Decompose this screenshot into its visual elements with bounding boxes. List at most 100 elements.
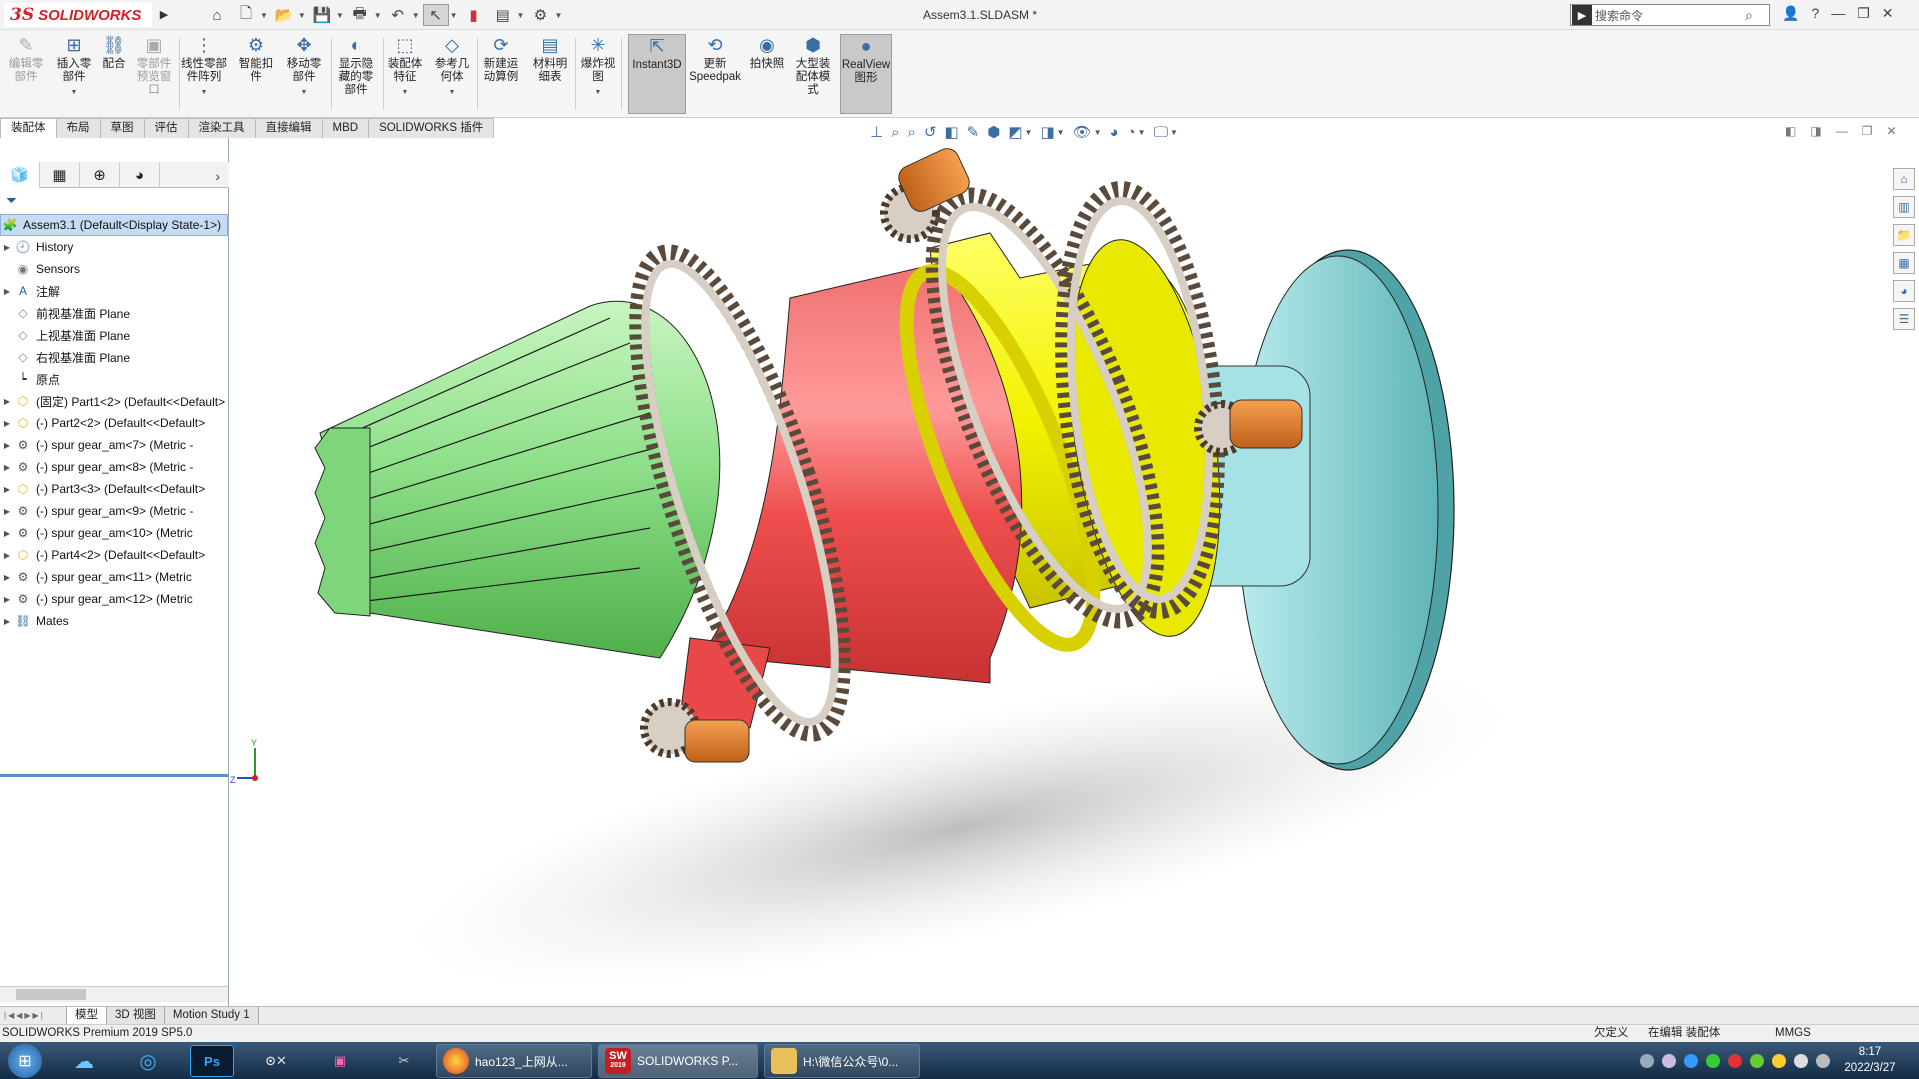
tray-k-icon[interactable] [1684,1053,1698,1068]
tab-navigation-icons[interactable]: |◀◀▶▶| [0,1011,66,1020]
tree-root[interactable]: 🧩 Assem3.1 (Default<Display State-1>) [0,214,228,236]
tree-item[interactable]: ▶ ⚙ (-) spur gear_am<8> (Metric - [0,456,228,478]
tree-expand-icon[interactable]: ▶ [0,551,14,560]
display-style-icon[interactable]: ◩ [1008,123,1022,141]
clock[interactable]: 8:17 2022/3/27 [1840,1044,1900,1076]
ribbon-button[interactable]: ⟳ 新建运 动算例 [478,34,524,114]
ribbon-button[interactable]: ⛓ 配合 [98,34,130,114]
file-explorer-icon[interactable]: 📁 [1893,224,1915,246]
tree-item[interactable]: ▶ A 注解 [0,280,228,302]
red-drum[interactable] [699,262,1023,684]
search-mode-icon[interactable]: ▶ [1572,5,1592,25]
tree-item[interactable]: ▶ ⚙ (-) spur gear_am<11> (Metric [0,566,228,588]
hide-show-items-icon[interactable]: ◨ [1040,123,1054,141]
options-gear-icon[interactable]: ⚙ [527,4,553,26]
edit-appearance-icon[interactable]: 👁 [1073,123,1092,141]
restore-icon[interactable]: ❐ [1857,5,1870,22]
keyboard-icon[interactable] [1640,1053,1654,1068]
search-commands-box[interactable]: ▶ 搜索命令 ⌕ [1570,4,1770,26]
property-manager-tab-icon[interactable]: ▦ [40,162,80,188]
ribbon-button[interactable]: ◉ 拍快照 [748,34,786,114]
chevron-down-icon[interactable]: ▼ [201,86,208,99]
assembly-model[interactable]: Y Z [230,138,1890,1006]
graphics-area[interactable]: Y Z [230,138,1890,1006]
options-dropdown-icon[interactable]: ▼ [554,11,562,20]
shaft-bottom[interactable] [684,719,750,763]
display-style-dropdown-icon[interactable]: ▼ [1025,128,1033,137]
snipping-tool-icon[interactable]: ✂ [382,1045,426,1077]
tree-item[interactable]: ◇ 前视基准面 Plane [0,302,228,324]
tray-sw-icon[interactable] [1728,1053,1742,1068]
command-tab[interactable]: 布局 [55,118,101,138]
doc-minimize-icon[interactable]: — [1836,124,1848,138]
design-library-icon[interactable]: ▥ [1893,196,1915,218]
ribbon-button[interactable]: ◇ 参考几 何体 ▼ [430,34,474,114]
tree-item[interactable]: ◉ Sensors [0,258,228,280]
doc-next-icon[interactable]: ◨ [1810,124,1821,138]
undo-icon[interactable]: ↶ [385,4,411,26]
command-tab[interactable]: 评估 [143,118,189,138]
zoom-to-fit-icon[interactable]: ⌕ [891,124,899,141]
file-properties-dropdown-icon[interactable]: ▼ [517,11,525,20]
command-tab[interactable]: 草图 [99,118,145,138]
start-button[interactable]: ⊞ [8,1044,42,1078]
tree-expand-icon[interactable]: ▶ [0,573,14,582]
view-palette-icon[interactable]: ▦ [1893,252,1915,274]
select-dropdown-icon[interactable]: ▼ [450,11,458,20]
user-icon[interactable]: 👤 [1782,5,1799,22]
custom-properties-icon[interactable]: ☰ [1893,308,1915,330]
select-arrow-icon[interactable]: ↖ [422,4,449,26]
tree-expand-icon[interactable]: ▶ [0,507,14,516]
ie-browser-icon[interactable]: ◎ [126,1045,170,1077]
bottom-tab[interactable]: 模型 [66,1006,107,1025]
tray-app-icon[interactable] [1662,1053,1676,1068]
tree-item[interactable]: ▶ 🕘 History [0,236,228,258]
baidu-netdisk-icon[interactable]: ☁ [62,1045,106,1077]
ribbon-button[interactable]: ⚙ 智能扣 件 [234,34,278,114]
command-tab[interactable]: 直接编辑 [254,118,323,138]
rebuild-icon[interactable]: ▮ [461,4,487,26]
tree-item[interactable]: ▶ ⛓ Mates [0,610,228,632]
ribbon-button[interactable]: ✳ 爆炸视 图 ▼ [578,34,618,114]
doc-close-icon[interactable]: ✕ [1886,124,1896,138]
panel-next-icon[interactable]: › [215,168,220,184]
print-dropdown-icon[interactable]: ▼ [374,11,382,20]
section-view-icon[interactable]: ◧ [944,123,958,141]
tree-expand-icon[interactable]: ▶ [0,485,14,494]
tree-expand-icon[interactable]: ▶ [0,463,14,472]
display-manager-tab-icon[interactable]: ◕ [120,162,160,188]
tree-expand-icon[interactable]: ▶ [0,287,14,296]
view-orientation-icon[interactable]: ⊥ [870,123,883,141]
tree-expand-icon[interactable]: ▶ [0,595,14,604]
previous-view-icon[interactable]: ↺ [924,123,937,141]
command-tab[interactable]: MBD [321,118,370,138]
apply-scene-icon[interactable]: ◔ [1127,124,1136,141]
horizontal-scrollbar[interactable] [0,986,228,1002]
tree-expand-icon[interactable]: ▶ [0,529,14,538]
tree-item[interactable]: ◇ 右视基准面 Plane [0,346,228,368]
green-cone[interactable] [319,300,721,659]
tree-item[interactable]: ▶ ⬡ (-) Part4<2> (Default<<Default> [0,544,228,566]
tree-rollback-bar[interactable] [0,774,228,777]
zoom-to-area-icon[interactable]: ⌕ [907,124,915,141]
tree-item[interactable]: ▶ ⬡ (-) Part2<2> (Default<<Default> [0,412,228,434]
command-tab[interactable]: SOLIDWORKS 插件 [368,118,495,138]
ribbon-button[interactable]: ⋮ 线性零部 件阵列 ▼ [178,34,230,114]
file-properties-icon[interactable]: ▤ [490,4,516,26]
tree-item[interactable]: ▶ ⚙ (-) spur gear_am<7> (Metric - [0,434,228,456]
chevron-down-icon[interactable]: ▼ [301,86,308,99]
view-settings-dropdown-icon[interactable]: ▼ [1170,128,1178,137]
volume-icon[interactable] [1794,1053,1808,1068]
minimize-icon[interactable]: — [1831,5,1845,22]
save-icon[interactable]: 💾 [309,4,335,26]
scene-icon[interactable]: ◕ [1110,124,1119,141]
ribbon-button[interactable]: ⊞ 插入零 部件 ▼ [52,34,96,114]
chevron-down-icon[interactable]: ▼ [71,86,78,99]
ribbon-button[interactable]: ▣ 零部件 预览窗 口 [132,34,176,114]
open-icon[interactable]: 📂 [271,4,297,26]
print-icon[interactable]: 🖶 [347,4,373,26]
ribbon-button[interactable]: ⬚ 装配体 特征 ▼ [382,34,428,114]
solidworks-resources-icon[interactable]: ⌂ [1893,168,1915,190]
chevron-down-icon[interactable]: ▼ [402,86,409,99]
tree-item[interactable]: ▶ ⚙ (-) spur gear_am<12> (Metric [0,588,228,610]
